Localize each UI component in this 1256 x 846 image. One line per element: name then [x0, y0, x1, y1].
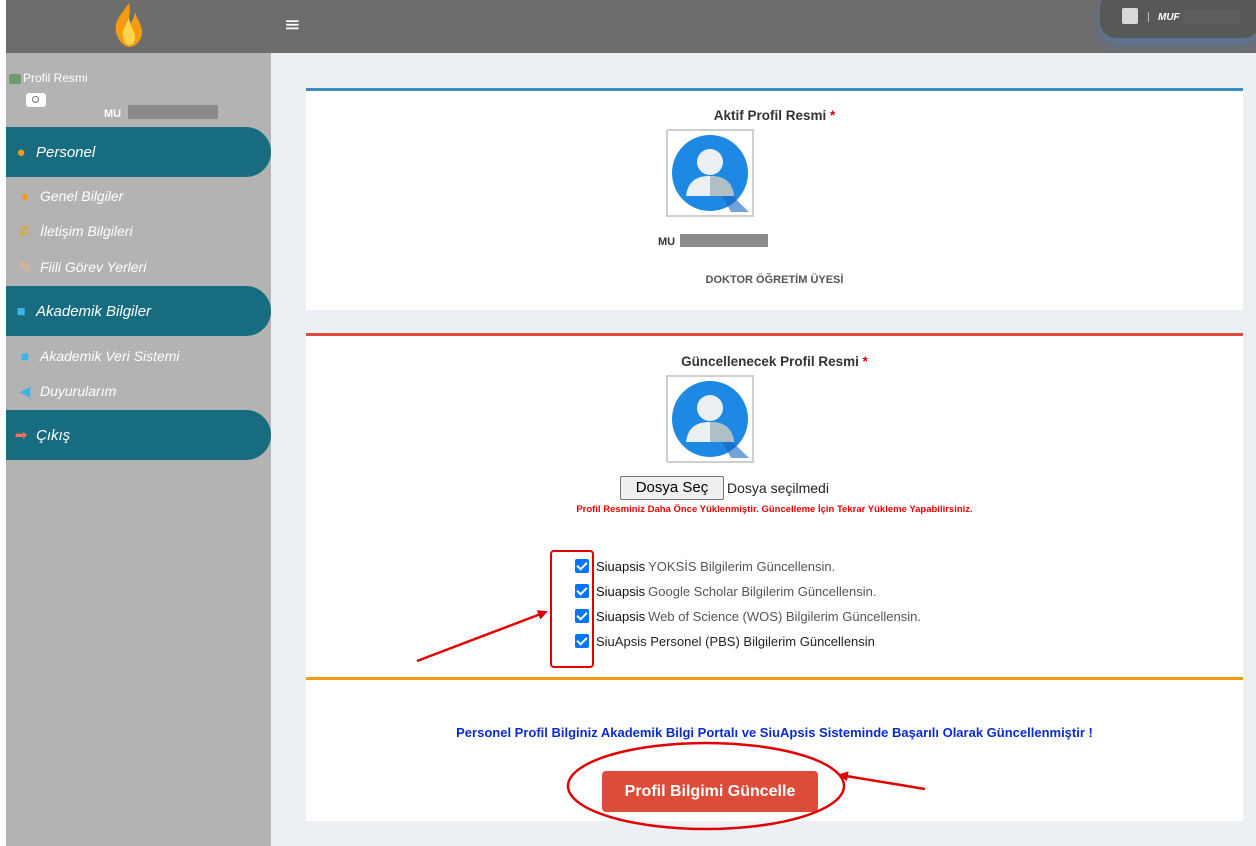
- active-profile-avatar: [666, 129, 754, 217]
- checkbox-prefix: Siuapsis: [596, 583, 646, 599]
- required-mark: *: [862, 354, 868, 369]
- sidebar-item-fiili-gorev-yerleri[interactable]: ✎ Fiili Görev Yerleri: [18, 259, 146, 276]
- required-mark: *: [830, 108, 836, 123]
- sidebar-menu-label: Personel: [36, 143, 96, 161]
- sidebar-menu-personel[interactable]: ● Personel: [6, 127, 271, 177]
- phone-icon: ✆: [19, 223, 31, 239]
- google-scholar-checkbox-row[interactable]: Siuapsis Google Scholar Bilgilerim Güncel…: [575, 582, 876, 600]
- user-name: MUF: [1158, 12, 1180, 23]
- redacted-user-name: [1184, 10, 1240, 24]
- user-avatar-icon: [1122, 8, 1138, 24]
- update-profile-avatar: [666, 375, 754, 463]
- sidebar-item-label: İletişim Bilgileri: [40, 223, 133, 239]
- redacted-profile-name: [128, 105, 218, 119]
- sidebar: Profil Resmi MU ● Personel ● Genel Bilgil…: [6, 53, 271, 846]
- update-profile-card: Güncellenecek Profil Resmi * Dosya Seç D…: [306, 333, 1243, 678]
- active-profile-name: MU: [658, 236, 676, 248]
- upload-warning: Profil Resminiz Daha Önce Yüklenmiştir. …: [576, 504, 973, 515]
- sidebar-menu-akademik-bilgiler[interactable]: ■ Akademik Bilgiler: [6, 286, 271, 336]
- sidebar-profile-name: MU: [104, 108, 122, 120]
- sidebar-menu-label: Akademik Bilgiler: [36, 302, 152, 320]
- wos-checkbox-row[interactable]: Siuapsis Web of Science (WOS) Bilgilerim …: [575, 607, 921, 625]
- paperclip-icon: ✎: [19, 259, 31, 275]
- broken-image-icon: [9, 73, 21, 84]
- active-profile-position: DOKTOR ÖĞRETİM ÜYESİ: [705, 274, 844, 286]
- profile-image-alt-text: Profil Resmi: [23, 71, 88, 85]
- flame-logo-icon[interactable]: [104, 0, 154, 50]
- top-navbar: [6, 0, 1256, 53]
- redacted-active-profile-name: [680, 234, 768, 247]
- active-profile-title-text: Aktif Profil Resmi: [713, 108, 827, 123]
- checkbox-label: Siuapsis YOKSİS Bilgilerim Güncellensin.: [596, 559, 835, 574]
- user-avatar-icon: [672, 381, 749, 458]
- sidebar-item-label: Duyurularım: [40, 383, 117, 399]
- bullhorn-icon: ◀: [19, 383, 31, 399]
- pbs-checkbox-row[interactable]: SiuApsis Personel (PBS) Bilgilerim Günce…: [575, 632, 875, 650]
- user-icon: ●: [16, 143, 26, 161]
- book-icon: ■: [20, 348, 30, 364]
- success-message: Personel Profil Bilginiz Akademik Bilgi …: [456, 725, 1093, 740]
- active-profile-title: Aktif Profil Resmi *: [306, 108, 1243, 123]
- user-icon: ●: [20, 188, 30, 204]
- checkbox-label: SiuApsis Personel (PBS) Bilgilerim Günce…: [596, 634, 875, 649]
- checkbox-text: Web of Science (WOS) Bilgilerim Güncelle…: [648, 608, 921, 624]
- yoksis-checkbox-row[interactable]: Siuapsis YOKSİS Bilgilerim Güncellensin.: [575, 557, 835, 575]
- user-menu[interactable]: MUF: [1100, 0, 1256, 38]
- sidebar-item-duyurularim[interactable]: ◀ Duyurularım: [18, 383, 117, 400]
- sidebar-item-genel-bilgiler[interactable]: ● Genel Bilgiler: [18, 188, 124, 204]
- book-icon: ■: [16, 302, 26, 320]
- checkbox-text: YOKSİS Bilgilerim Güncellensin.: [648, 558, 836, 574]
- user-separator: [1148, 12, 1149, 22]
- checkbox-highlight-box: [550, 550, 594, 668]
- profile-image-broken: Profil Resmi: [9, 71, 88, 85]
- user-avatar-icon: [672, 135, 749, 212]
- sidebar-item-label: Akademik Veri Sistemi: [40, 348, 180, 364]
- checkbox-text: Google Scholar Bilgilerim Güncellensin.: [648, 583, 877, 599]
- sidebar-item-label: Fiili Görev Yerleri: [40, 259, 147, 275]
- active-profile-card: Aktif Profil Resmi * MU DOKTOR ÖĞRETİM Ü…: [306, 88, 1243, 310]
- sidebar-menu-cikis[interactable]: ➡ Çıkış: [6, 410, 271, 460]
- checkbox-prefix: Siuapsis: [596, 608, 646, 624]
- menu-toggle-icon[interactable]: ≡: [284, 12, 301, 36]
- sidebar-menu-label: Çıkış: [36, 426, 71, 444]
- camera-icon[interactable]: [26, 93, 46, 107]
- sidebar-item-akademik-veri-sistemi[interactable]: ■ Akademik Veri Sistemi: [18, 348, 180, 364]
- update-profile-title-text: Güncellenecek Profil Resmi: [681, 354, 859, 369]
- checkbox-label: Siuapsis Google Scholar Bilgilerim Güncel…: [596, 584, 876, 599]
- checkbox-label: Siuapsis Web of Science (WOS) Bilgilerim …: [596, 609, 921, 624]
- sidebar-item-iletisim-bilgileri[interactable]: ✆ İletişim Bilgileri: [18, 223, 133, 240]
- update-profile-title: Güncellenecek Profil Resmi *: [306, 354, 1243, 369]
- file-status-text: Dosya seçilmedi: [727, 480, 829, 496]
- checkbox-prefix: Siuapsis: [596, 558, 646, 574]
- sign-out-icon: ➡: [14, 427, 28, 444]
- update-profile-button[interactable]: Profil Bilgimi Güncelle: [602, 771, 818, 812]
- choose-file-button[interactable]: Dosya Seç: [620, 476, 724, 500]
- result-card: Personel Profil Bilginiz Akademik Bilgi …: [306, 677, 1243, 821]
- checkbox-text: SiuApsis Personel (PBS) Bilgilerim Günce…: [596, 633, 875, 649]
- sidebar-item-label: Genel Bilgiler: [40, 188, 124, 204]
